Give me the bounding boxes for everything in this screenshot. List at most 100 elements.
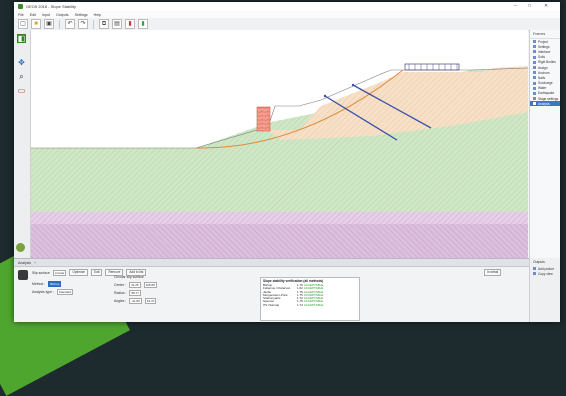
add-picture-label: Add picture: [538, 266, 555, 271]
frame-label: Assign: [538, 65, 548, 70]
retaining-wall: [256, 106, 271, 132]
analysis-type-select[interactable]: Standard: [56, 289, 74, 295]
app-icon: [18, 4, 23, 9]
geo5-logo-icon[interactable]: [16, 243, 25, 252]
frame-icon: [533, 60, 536, 64]
frame-label: Project: [538, 39, 548, 44]
frame-icon[interactable]: ▭: [17, 86, 26, 95]
frame-item-analysis[interactable]: Analysis: [530, 101, 560, 107]
angles-label: Angles :: [114, 299, 127, 303]
copy-view-label: Copy view: [538, 271, 553, 276]
save-icon[interactable]: ▣: [44, 19, 54, 29]
frames-panel: Frames Project Settings Interface Soils …: [529, 30, 560, 258]
redo-icon[interactable]: ↷: [78, 19, 88, 29]
menu-outputs[interactable]: Outputs: [56, 13, 69, 17]
analysis-method-select[interactable]: circular: [52, 269, 67, 276]
window-title: GEO5 2018 - Slope Stability: [26, 4, 77, 9]
toolbar-separator: [93, 19, 94, 29]
method-label: Method :: [32, 282, 46, 286]
maximize-button[interactable]: □: [528, 3, 531, 9]
frame-icon: [533, 55, 536, 59]
frame-label: Water: [538, 86, 547, 91]
copy-icon[interactable]: ⧉: [99, 19, 109, 29]
radius-input[interactable]: 88.77: [129, 290, 141, 296]
radius-label: Radius :: [114, 291, 127, 295]
frame-icon: [533, 102, 536, 106]
paste-icon[interactable]: ▤: [112, 19, 122, 29]
in-detail-row: In detail: [484, 269, 502, 276]
analysis-panel: Analysis + Slip surface circular Optimiz…: [14, 258, 560, 322]
result-status: ACCEPTABLE: [303, 302, 324, 307]
frame-icon: [533, 97, 536, 101]
picture-icon: [533, 267, 536, 271]
frames-panel-title: Frames: [530, 30, 560, 39]
add-tab-icon[interactable]: +: [34, 261, 36, 265]
outputs-panel: Outputs Add picture Copy view: [529, 258, 560, 322]
results-box: Slope stability verification (all method…: [260, 277, 360, 321]
center-z-input[interactable]: 165.88: [143, 282, 157, 288]
menu-file[interactable]: File: [18, 13, 24, 17]
result-fs: 1.74: [297, 302, 303, 307]
frame-icon: [533, 71, 536, 75]
menu-bar: File Edit Input Outputs Settings Help: [14, 11, 560, 18]
frame-label: Analysis: [538, 101, 550, 106]
method-row: Method : Bishop: [32, 281, 62, 287]
frame-icon: [533, 66, 536, 70]
frame-label: Rigid Bodies: [538, 60, 556, 65]
move-icon[interactable]: ✥: [17, 58, 26, 67]
title-bar: GEO5 2018 - Slope Stability – □ ✕: [14, 2, 560, 11]
minimize-button[interactable]: –: [514, 3, 517, 9]
analysis-tab[interactable]: Analysis: [18, 261, 31, 265]
edit-button[interactable]: Edit: [90, 269, 103, 276]
center-x-input[interactable]: 31.25: [129, 282, 141, 288]
new-file-icon[interactable]: ▢: [18, 19, 28, 29]
zoom-icon[interactable]: ⌕: [17, 72, 26, 81]
copy-icon: [533, 272, 536, 276]
analysis-type-row: Analysis type : Standard: [32, 289, 74, 295]
result-row: ITF (Sarma) 1.74 ACCEPTABLE: [263, 302, 357, 307]
menu-input[interactable]: Input: [42, 13, 50, 17]
frame-label: Settings: [538, 44, 550, 49]
frame-icon: [533, 40, 536, 44]
frame-label: Stage settings: [538, 96, 559, 101]
analysis-panel-header: Analysis +: [14, 259, 560, 267]
frame-icon: [533, 86, 536, 90]
purple-layer-upper: [31, 212, 528, 224]
open-folder-icon[interactable]: ■: [31, 19, 41, 29]
slip-circle-title: Circular slip surface: [114, 275, 144, 279]
surcharge-load: [404, 63, 460, 71]
color-icon[interactable]: ▮: [138, 19, 148, 29]
menu-settings[interactable]: Settings: [75, 13, 88, 17]
angle-1-input[interactable]: -41.80: [129, 298, 142, 304]
drawing-canvas[interactable]: [31, 30, 529, 258]
frame-label: Soils: [538, 55, 545, 60]
frame-label: Surcharge: [538, 81, 553, 86]
radius-row: Radius : 88.77: [114, 290, 141, 296]
frame-label: Anchors: [538, 70, 550, 75]
center-label: Center :: [114, 283, 127, 287]
frame-icon: [533, 50, 536, 54]
frame-label: Earthquake: [538, 91, 555, 96]
in-detail-button[interactable]: In detail: [484, 269, 502, 276]
outputs-title: Outputs: [533, 260, 545, 264]
frame-icon: [533, 81, 536, 85]
method-select[interactable]: Bishop: [48, 281, 62, 287]
undo-icon[interactable]: ↶: [65, 19, 75, 29]
analysis-icon: [18, 270, 28, 280]
center-row: Center : 31.25 165.88: [114, 282, 157, 288]
slip-surface-label: Slip surface: [32, 270, 50, 275]
chart-icon[interactable]: ▮: [125, 19, 135, 29]
analysis-type-label: Analysis type :: [32, 290, 54, 294]
angles-row: Angles : -41.80 64.70: [114, 298, 157, 304]
menu-help[interactable]: Help: [94, 13, 101, 17]
copy-view-button[interactable]: Copy view: [530, 271, 560, 276]
menu-edit[interactable]: Edit: [30, 13, 36, 17]
frame-icon: [533, 45, 536, 49]
close-button[interactable]: ✕: [544, 3, 548, 9]
frame-label: Interface: [538, 49, 551, 54]
result-method: ITF (Sarma): [263, 302, 280, 307]
angle-2-input[interactable]: 64.70: [144, 298, 157, 304]
select-icon[interactable]: ◧: [17, 34, 26, 43]
slip-circle-title-text: Circular slip surface: [114, 275, 144, 279]
optimize-button[interactable]: Optimize: [69, 269, 88, 276]
